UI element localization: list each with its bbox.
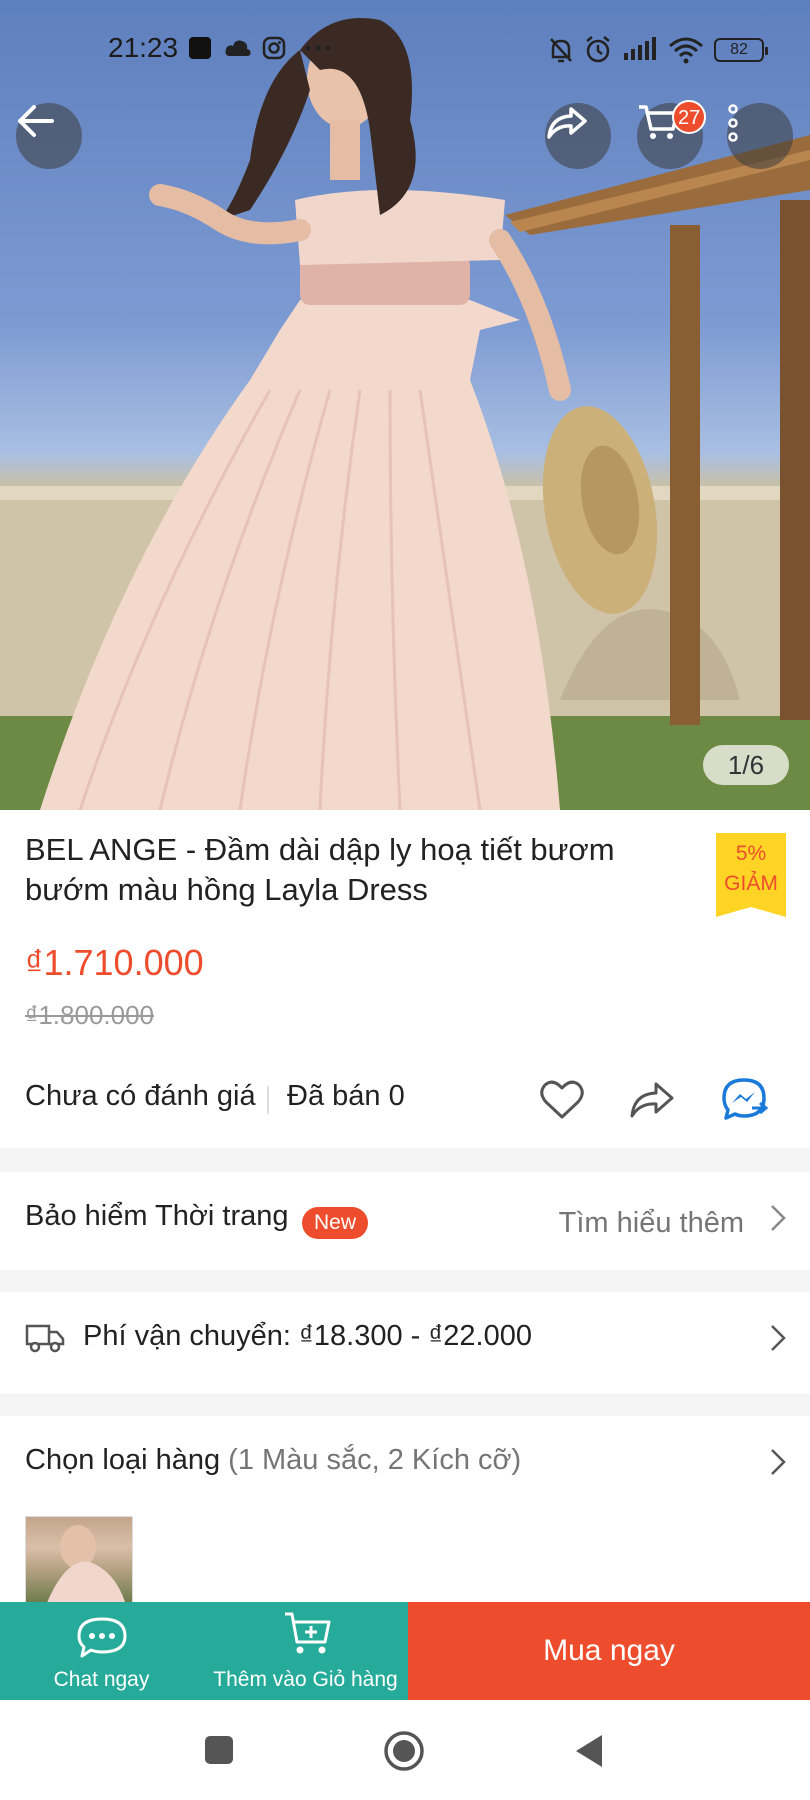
product-price: ₫1.710.000	[25, 942, 204, 983]
product-image-gallery[interactable]: 21:23 82 27 1/6	[0, 0, 810, 810]
share-icon[interactable]	[628, 1076, 676, 1124]
battery-icon: 82	[714, 38, 768, 62]
heart-icon[interactable]	[538, 1076, 586, 1124]
insurance-label: Bảo hiểm Thời trang	[25, 1200, 289, 1232]
notification-square-icon	[189, 37, 211, 59]
variant-thumbnail-image	[46, 1525, 126, 1603]
section-gap	[0, 1270, 810, 1292]
shipping-row[interactable]: Phí vận chuyển: ₫18.300 - ₫22.000	[0, 1292, 810, 1382]
more-options-button[interactable]	[727, 103, 793, 169]
status-bar: 21:23 82	[0, 0, 810, 100]
more-vertical-icon	[728, 104, 738, 142]
image-counter: 1/6	[703, 745, 789, 785]
chat-now-button[interactable]: Chat ngay	[0, 1602, 203, 1700]
system-navigation-bar	[0, 1700, 810, 1800]
rating-text[interactable]: Chưa có đánh giá	[25, 1080, 256, 1112]
signal-icon	[624, 37, 656, 60]
section-gap	[0, 1394, 810, 1416]
variant-thumbnail[interactable]	[25, 1516, 133, 1604]
variant-detail: (1 Màu sắc, 2 Kích cỡ)	[228, 1444, 522, 1476]
truck-icon	[25, 1324, 65, 1353]
chevron-right-icon	[771, 1325, 786, 1351]
divider	[267, 1086, 269, 1114]
buy-now-button[interactable]: Mua ngay	[408, 1602, 810, 1700]
instagram-icon	[262, 36, 286, 60]
share-button[interactable]	[545, 103, 611, 169]
back-button[interactable]	[16, 103, 82, 169]
original-price: ₫1.800.000	[25, 1000, 155, 1030]
variant-label: Chọn loại hàng (1 Màu sắc, 2 Kích cỡ)	[25, 1444, 521, 1477]
section-gap	[0, 1148, 810, 1172]
home-circle-icon[interactable]	[383, 1730, 425, 1772]
cloud-icon	[225, 40, 251, 56]
add-to-cart-icon	[285, 1612, 331, 1654]
discount-percent: 5%	[735, 842, 767, 865]
chevron-right-icon	[771, 1449, 786, 1475]
discount-tag: 5% GIẢM	[716, 833, 786, 917]
more-dots-icon	[305, 45, 331, 51]
chat-icon	[77, 1617, 127, 1658]
shipping-fee: Phí vận chuyển: ₫18.300 - ₫22.000	[83, 1320, 532, 1352]
back-triangle-icon[interactable]	[572, 1732, 606, 1770]
recents-square-icon[interactable]	[203, 1734, 235, 1766]
share-icon	[547, 107, 587, 139]
cart-count-badge: 27	[672, 100, 707, 134]
chevron-right-icon	[771, 1205, 786, 1231]
wifi-icon	[669, 37, 703, 64]
discount-label: GIẢM	[724, 872, 778, 895]
add-to-cart-button[interactable]: Thêm vào Giỏ hàng	[203, 1602, 408, 1700]
sold-count: Đã bán 0	[287, 1080, 405, 1112]
chat-now-label: Chat ngay	[53, 1668, 150, 1691]
product-title: BEL ANGE - Đầm dài dập ly hoạ tiết bươm …	[25, 832, 615, 907]
status-time: 21:23	[108, 32, 179, 63]
mute-bell-icon	[550, 38, 572, 63]
variant-title: Chọn loại hàng	[25, 1444, 221, 1476]
add-to-cart-label: Thêm vào Giỏ hàng	[213, 1668, 398, 1691]
learn-more-link[interactable]: Tìm hiểu thêm	[559, 1207, 744, 1240]
bottom-action-bar: Chat ngay Thêm vào Giỏ hàng Mua ngay	[0, 1602, 810, 1700]
messenger-share-icon[interactable]	[720, 1076, 768, 1124]
arrow-left-icon	[18, 105, 54, 137]
alarm-icon	[586, 36, 610, 63]
new-badge: New	[302, 1207, 369, 1239]
